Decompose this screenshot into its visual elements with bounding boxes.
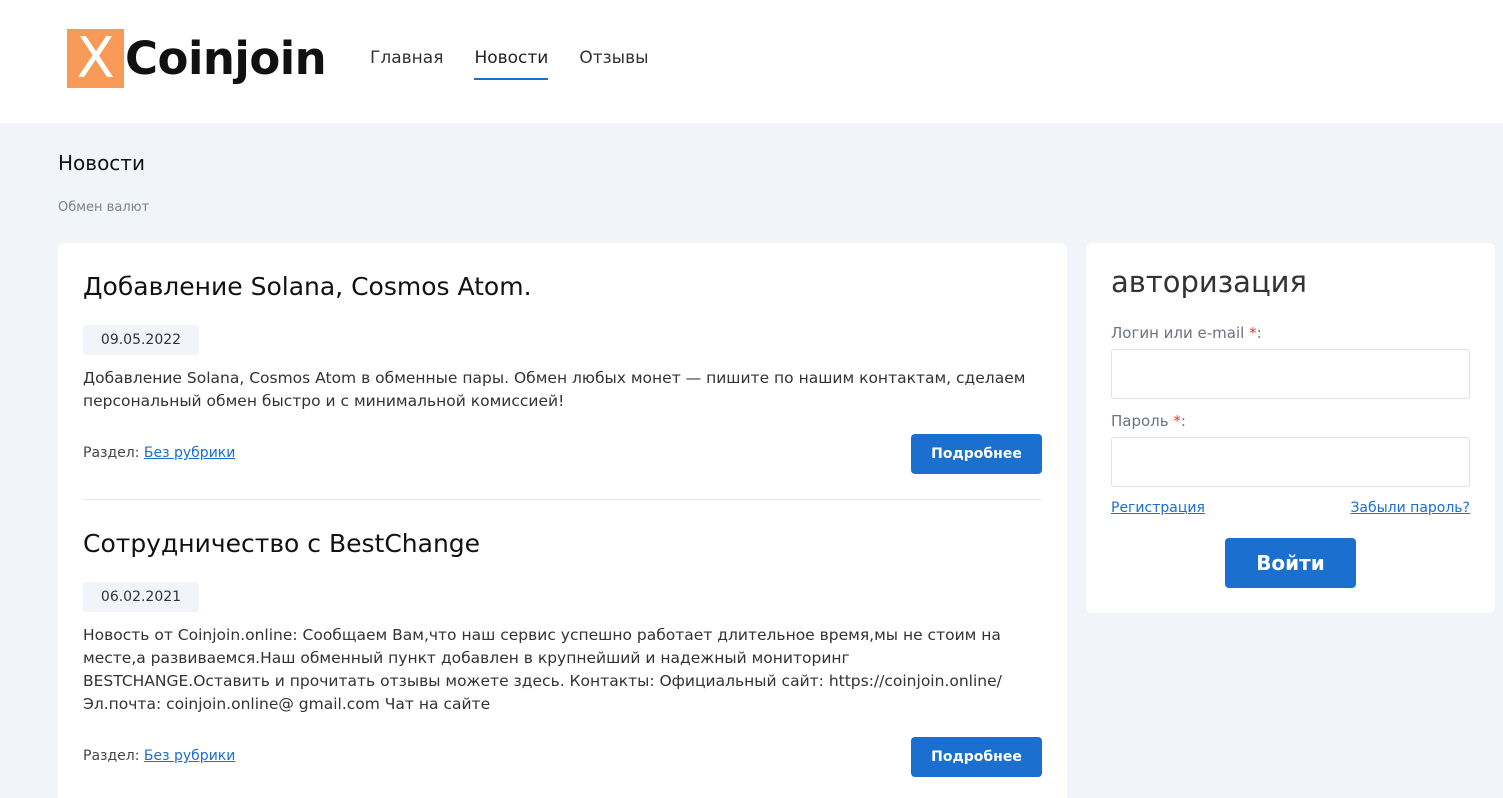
post-excerpt: Добавление Solana, Cosmos Atom в обменны… [83,369,1026,410]
password-field-label: Пароль *: [1111,412,1186,430]
post-excerpt: Новость от Coinjoin.online: Сообщаем Вам… [83,626,1002,713]
post-divider [83,499,1042,500]
post-date: 06.02.2021 [83,582,199,612]
post-category: Раздел: Без рубрики [83,445,235,461]
site-logo[interactable]: X Coinjoin [67,28,327,88]
category-link[interactable]: Без рубрики [144,748,235,764]
login-input[interactable] [1111,349,1470,399]
news-post: Сотрудничество с BestChange 06.02.2021 Н… [83,529,1042,789]
nav-item-news[interactable]: Новости [474,48,549,80]
post-date: 09.05.2022 [83,325,199,355]
forgot-password-link[interactable]: Забыли пароль? [1350,500,1470,516]
read-more-button[interactable]: Подробнее [911,737,1042,777]
category-label: Раздел: [83,445,140,461]
read-more-button[interactable]: Подробнее [911,434,1042,474]
login-button[interactable]: Войти [1225,538,1356,588]
login-label-text: Логин или e-mail [1111,324,1245,342]
category-link[interactable]: Без рубрики [144,445,235,461]
news-list: Добавление Solana, Cosmos Atom. 09.05.20… [58,243,1067,798]
page-title: Новости [58,151,145,175]
required-mark: * [1249,324,1257,342]
breadcrumb: Обмен валют [58,200,150,215]
label-colon: : [1256,324,1262,342]
login-field-label: Логин или e-mail *: [1111,324,1262,342]
logo-text: Coinjoin [125,31,327,85]
nav-item-home[interactable]: Главная [370,48,443,80]
nav-item-reviews[interactable]: Отзывы [579,48,648,80]
logo-mark: X [67,28,124,88]
site-header: X Coinjoin Главная Новости Отзывы [0,0,1503,123]
password-label-text: Пароль [1111,412,1169,430]
required-mark: * [1173,412,1181,430]
post-title[interactable]: Добавление Solana, Cosmos Atom. [83,272,1042,301]
post-title[interactable]: Сотрудничество с BestChange [83,529,1042,558]
login-widget: авторизация Логин или e-mail *: Пароль *… [1086,243,1495,613]
label-colon: : [1180,412,1186,430]
login-title: авторизация [1111,265,1307,299]
category-label: Раздел: [83,748,140,764]
news-post: Добавление Solana, Cosmos Atom. 09.05.20… [83,272,1042,502]
main-nav: Главная Новости Отзывы [370,48,680,80]
register-link[interactable]: Регистрация [1111,500,1205,516]
password-input[interactable] [1111,437,1470,487]
post-category: Раздел: Без рубрики [83,748,235,764]
